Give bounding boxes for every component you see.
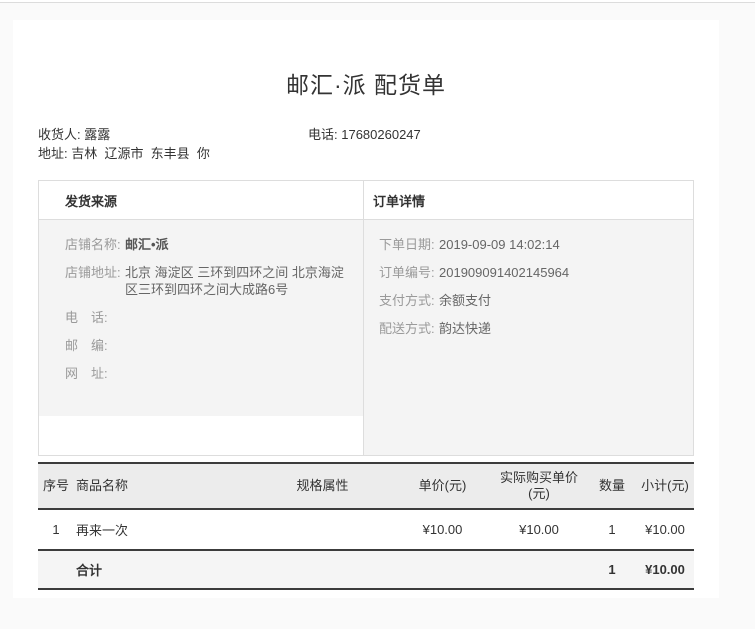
recipient-name: 收货人: 露露 [38,125,308,144]
source-section-title: 发货来源 [39,181,364,219]
total-empty-cell [490,550,588,589]
field-payment-method: 支付方式: 余额支付 [379,292,693,309]
field-value: 北京 海淀区 三环到四环之间 北京海淀区三环到四环之间大成路6号 [125,264,353,298]
field-label: 网 址: [65,365,121,382]
field-label: 店铺名称: [65,236,121,253]
field-label: 邮 编: [65,337,121,354]
source-column: 店铺名称: 邮汇•派 店铺地址: 北京 海淀区 三环到四环之间 北京海淀区三环到… [39,220,364,455]
header-actual-price: 实际购买单价(元) [490,463,588,509]
recipient-name-label: 收货人: [38,127,84,142]
total-empty-cell [395,550,490,589]
field-label: 配送方式: [379,320,435,337]
items-header-row: 序号 商品名称 规格属性 单价(元) 实际购买单价(元) 数量 小计(元) [38,463,694,509]
info-section-header: 发货来源 订单详情 [39,181,693,220]
item-quantity: 1 [588,509,636,550]
item-index: 1 [38,509,74,550]
field-label: 支付方式: [379,292,435,309]
field-order-number: 订单编号: 201909091402145964 [379,264,693,281]
field-order-date: 下单日期: 2019-09-09 14:02:14 [379,236,693,253]
item-unit-price: ¥10.00 [395,509,490,550]
total-empty-cell [38,550,74,589]
field-label: 店铺地址: [65,264,121,298]
item-spec [250,509,395,550]
recipient-phone-label: 电话: [308,127,341,142]
items-table: 序号 商品名称 规格属性 单价(元) 实际购买单价(元) 数量 小计(元) 1 … [38,462,694,590]
field-store-zip: 邮 编: [65,337,363,354]
order-section-title: 订单详情 [364,181,693,219]
item-row: 1 再来一次 ¥10.00 ¥10.00 1 ¥10.00 [38,509,694,550]
field-value [125,309,353,326]
total-label: 合计 [74,550,250,589]
field-value: 韵达快递 [439,320,491,337]
field-value: 邮汇•派 [125,236,353,253]
recipient-line: 收货人: 露露 电话: 17680260247 [38,125,694,144]
field-store-phone: 电 话: [65,309,363,326]
header-unit-price: 单价(元) [395,463,490,509]
recipient-phone-value: 17680260247 [341,127,421,142]
recipient-address-label: 地址: [38,146,71,161]
field-store-address: 店铺地址: 北京 海淀区 三环到四环之间 北京海淀区三环到四环之间大成路6号 [65,264,363,298]
browser-top-strip [0,0,755,3]
field-value [125,365,353,382]
field-label: 电 话: [65,309,121,326]
header-index: 序号 [38,463,74,509]
item-subtotal: ¥10.00 [636,509,694,550]
field-value: 余额支付 [439,292,491,309]
order-column: 下单日期: 2019-09-09 14:02:14 订单编号: 20190909… [364,220,693,455]
field-store-name: 店铺名称: 邮汇•派 [65,236,363,253]
field-shipping-method: 配送方式: 韵达快递 [379,320,693,337]
field-label: 下单日期: [379,236,435,253]
recipient-address: 地址: 吉林 辽源市 东丰县 你 [38,146,210,161]
source-fields: 店铺名称: 邮汇•派 店铺地址: 北京 海淀区 三环到四环之间 北京海淀区三环到… [39,220,363,416]
info-section-box: 发货来源 订单详情 店铺名称: 邮汇•派 店铺地址: 北京 海淀区 三环到四环之… [38,180,694,456]
recipient-name-value: 露露 [84,127,110,142]
header-subtotal: 小计(元) [636,463,694,509]
order-fields: 下单日期: 2019-09-09 14:02:14 订单编号: 20190909… [364,220,693,455]
field-store-website: 网 址: [65,365,363,382]
field-value: 201909091402145964 [439,264,569,281]
page-title: 邮汇·派 配货单 [38,66,694,100]
recipient-address-line: 地址: 吉林 辽源市 东丰县 你 [38,144,694,163]
header-spec: 规格属性 [250,463,395,509]
recipient-address-value: 吉林 辽源市 东丰县 你 [71,146,210,161]
field-label: 订单编号: [379,264,435,281]
recipient-phone: 电话: 17680260247 [308,125,421,144]
recipient-block: 收货人: 露露 电话: 17680260247 地址: 吉林 辽源市 东丰县 你 [38,125,694,163]
total-quantity: 1 [588,550,636,589]
field-value [125,337,353,354]
total-amount: ¥10.00 [636,550,694,589]
header-product-name: 商品名称 [74,463,250,509]
item-product-name: 再来一次 [74,509,250,550]
item-actual-price: ¥10.00 [490,509,588,550]
total-empty-cell [250,550,395,589]
info-section-body: 店铺名称: 邮汇•派 店铺地址: 北京 海淀区 三环到四环之间 北京海淀区三环到… [39,220,693,455]
delivery-slip-page: 邮汇·派 配货单 收货人: 露露 电话: 17680260247 地址: 吉林 … [13,20,719,598]
header-quantity: 数量 [588,463,636,509]
field-value: 2019-09-09 14:02:14 [439,236,560,253]
total-row: 合计 1 ¥10.00 [38,550,694,589]
